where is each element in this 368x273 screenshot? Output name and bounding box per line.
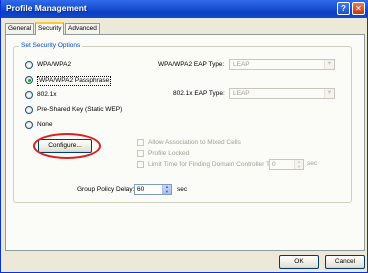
eap-type-8021x-value: LEAP <box>233 90 250 97</box>
tab-general[interactable]: General <box>5 23 35 34</box>
tab-security[interactable]: Security <box>35 22 65 35</box>
spin-arrows-icon[interactable]: ▲ ▼ <box>294 159 303 169</box>
tab-advanced[interactable]: Advanced <box>65 23 100 34</box>
dc-timeout-value: 0 <box>272 161 276 168</box>
group-policy-delay-value: 60 <box>137 186 145 193</box>
eap-type-8021x-select[interactable]: LEAP ▼ <box>229 88 335 99</box>
chevron-down-icon: ▼ <box>324 60 334 69</box>
dc-timeout-spinbox[interactable]: 0 ▲ ▼ <box>269 159 304 170</box>
radio-none[interactable] <box>25 121 33 129</box>
checkbox-profile-locked[interactable] <box>137 150 144 157</box>
wpa-eap-type-select[interactable]: LEAP ▼ <box>229 59 335 70</box>
group-policy-delay-spinbox[interactable]: 60 ▲ ▼ <box>134 184 172 195</box>
chevron-down-icon: ▼ <box>324 89 334 98</box>
radio-label-wpa-passphrase: WPA/WPA2 Passphrase <box>37 76 112 86</box>
title-bar[interactable]: Profile Management ? ✕ <box>1 0 368 18</box>
checkbox-label-mixed-cells: Allow Association to Mixed Cells <box>148 139 241 146</box>
group-label: Set Security Options <box>19 42 83 50</box>
ok-button[interactable]: OK <box>279 255 319 269</box>
radio-label-static-wep: Pre-Shared Key (Static WEP) <box>37 106 123 113</box>
spin-arrows-icon[interactable]: ▲ ▼ <box>162 184 171 194</box>
checkbox-mixed-cells[interactable] <box>137 139 144 146</box>
group-policy-delay-label: Group Policy Delay: <box>77 186 135 193</box>
checkbox-label-limit-time: Limit Time for Finding Domain Controller… <box>148 161 275 168</box>
checkbox-label-profile-locked: Profile Locked <box>148 150 190 157</box>
radio-8021x[interactable] <box>25 91 33 99</box>
checkbox-limit-time[interactable] <box>137 161 144 168</box>
profile-management-window: Profile Management ? ✕ General Security … <box>0 0 368 273</box>
radio-label-none: None <box>37 121 53 128</box>
group-policy-delay-unit: sec <box>177 186 188 193</box>
dc-timeout-unit: sec <box>307 160 318 167</box>
cancel-button[interactable]: Cancel <box>325 255 365 269</box>
radio-static-wep[interactable] <box>25 106 33 114</box>
wpa-eap-type-label: WPA/WPA2 EAP Type: <box>158 61 225 68</box>
radio-wpa-passphrase[interactable] <box>25 76 33 84</box>
radio-label-wpa-wpa2: WPA/WPA2 <box>37 61 72 68</box>
help-button[interactable]: ? <box>337 2 350 15</box>
radio-label-8021x: 802.1x <box>37 91 57 98</box>
radio-wpa-wpa2[interactable] <box>25 61 33 69</box>
wpa-eap-type-value: LEAP <box>233 61 250 68</box>
window-title: Profile Management <box>6 3 87 13</box>
highlight-ring <box>33 133 101 159</box>
eap-type-8021x-label: 802.1x EAP Type: <box>173 90 225 97</box>
close-button[interactable]: ✕ <box>352 2 365 15</box>
